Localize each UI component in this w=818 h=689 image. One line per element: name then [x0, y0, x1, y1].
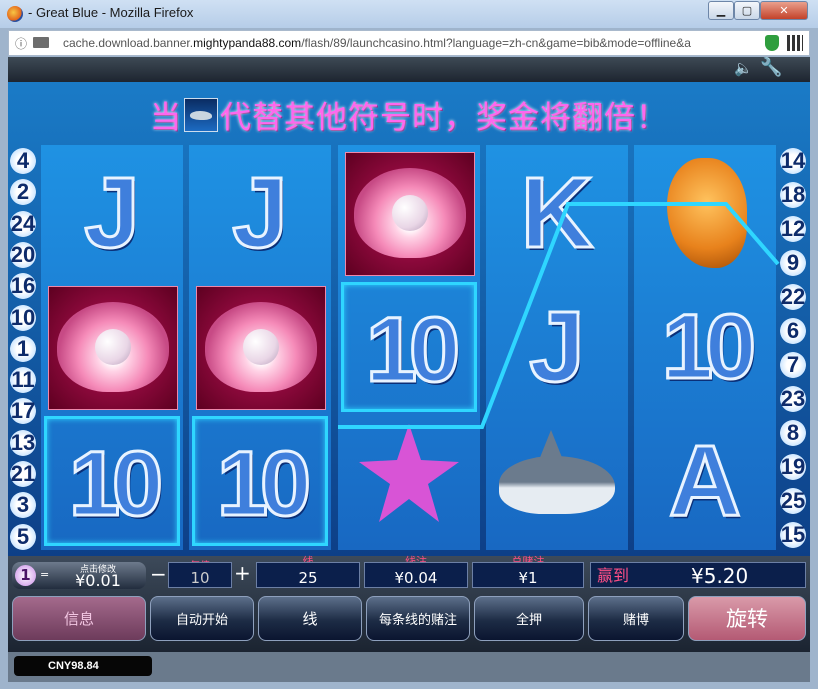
line-number-label: 2 [16, 179, 30, 205]
page-icon[interactable] [33, 37, 49, 48]
line-number-label: 13 [10, 429, 36, 455]
qr-code-icon[interactable] [787, 35, 803, 51]
line-number-label: 5 [16, 523, 30, 549]
line-number-marker[interactable]: 11 [10, 367, 36, 394]
balance-display: CNY98.84 [14, 656, 152, 676]
line-number-marker[interactable]: 14 [780, 148, 806, 174]
line-number-marker[interactable]: 5 [10, 523, 36, 550]
gamble-button[interactable]: 赌博 [588, 596, 684, 641]
coin-badge: 1 [15, 565, 36, 586]
line-number-label: 10 [10, 304, 36, 330]
line-number-label: 22 [780, 284, 806, 309]
line-number-marker[interactable]: 2 [10, 179, 36, 206]
window-title: - Great Blue - Mozilla Firefox [28, 5, 194, 20]
line-number-label: 7 [786, 352, 800, 377]
line-number-label: 20 [10, 241, 36, 267]
line-number-marker[interactable]: 17 [10, 398, 36, 425]
line-number-label: 11 [11, 367, 35, 393]
line-number-label: 18 [780, 182, 806, 207]
bet-max-button[interactable]: 全押 [474, 596, 584, 641]
line-number-marker[interactable]: 21 [10, 461, 36, 487]
lines-button[interactable]: 线 [258, 596, 362, 641]
win-line [338, 202, 780, 429]
win-value: ¥5.20 [691, 564, 749, 588]
line-number-marker[interactable]: 12 [780, 216, 806, 242]
close-button[interactable]: ✕ [760, 1, 808, 20]
wrench-icon[interactable]: 🔧 [760, 57, 782, 78]
line-number-marker[interactable]: 13 [10, 429, 36, 456]
info-button[interactable]: 信息 [12, 596, 146, 641]
spin-button[interactable]: 旋转 [688, 596, 806, 641]
line-number-label: 14 [780, 148, 806, 173]
line-number-label: 4 [16, 148, 30, 173]
decrease-coins-button[interactable]: − [150, 562, 167, 586]
line-number-label: 23 [780, 386, 806, 411]
line-number-marker[interactable]: 15 [780, 522, 806, 548]
line-number-marker[interactable]: 25 [780, 488, 806, 514]
line-number-label: 6 [786, 318, 800, 343]
line-number-marker[interactable]: 8 [780, 420, 806, 446]
line-number-marker[interactable]: 19 [780, 454, 806, 480]
shield-icon[interactable] [765, 35, 779, 51]
address-bar[interactable]: ⓘ cache.download.banner.mightypanda88.co… [8, 30, 810, 56]
coins-per-line-value: 10 [168, 562, 232, 588]
line-number-label: 16 [10, 273, 36, 299]
line-number-marker[interactable]: 16 [10, 273, 36, 300]
line-number-marker[interactable]: 6 [780, 318, 806, 344]
firefox-icon [7, 6, 23, 22]
coin-equals: = [40, 568, 50, 581]
line-number-marker[interactable]: 7 [780, 352, 806, 378]
line-number-label: 3 [16, 492, 30, 518]
increase-coins-button[interactable]: + [234, 561, 251, 585]
line-number-label: 12 [780, 216, 806, 241]
line-number-marker[interactable]: 18 [780, 182, 806, 208]
info-icon[interactable]: ⓘ [15, 35, 27, 52]
bet-per-line-button[interactable]: 每条线的赌注 [366, 596, 470, 641]
coin-value: ¥0.01 [75, 571, 121, 590]
line-bet-value: ¥0.04 [364, 562, 468, 588]
speaker-icon[interactable]: 🔈 [734, 59, 753, 77]
line-number-label: 15 [780, 522, 806, 547]
game-toolbar: 🔈 🔧 [8, 57, 810, 82]
line-number-label: 1 [16, 335, 30, 361]
minimize-button[interactable]: ▁ [708, 1, 734, 20]
line-number-label: 24 [10, 210, 36, 236]
line-number-marker[interactable]: 4 [10, 148, 36, 174]
autoplay-button[interactable]: 自动开始 [150, 596, 254, 641]
total-bet-value: ¥1 [472, 562, 584, 588]
line-number-marker[interactable]: 10 [10, 304, 36, 331]
line-number-marker[interactable]: 20 [10, 241, 36, 268]
line-number-label: 21 [10, 461, 36, 486]
line-number-label: 9 [786, 250, 800, 275]
coin-size-control[interactable]: 1 = 点击修改 ¥0.01 [12, 562, 146, 590]
line-number-label: 25 [780, 488, 806, 513]
win-label: 赢到 [597, 566, 630, 585]
line-number-marker[interactable]: 1 [10, 335, 36, 362]
line-number-marker[interactable]: 23 [780, 386, 806, 412]
maximize-button[interactable]: ▢ [734, 1, 760, 20]
win-display: 赢到 ¥5.20 [590, 562, 806, 588]
line-number-marker[interactable]: 9 [780, 250, 806, 276]
slot-game-area: 当代替其他符号时，奖金将翻倍！ J 10 J 10 10 K J 10 A 42… [8, 82, 810, 556]
line-number-label: 8 [786, 420, 800, 445]
line-number-label: 19 [780, 454, 806, 479]
line-number-marker[interactable]: 24 [10, 210, 36, 237]
url-text[interactable]: cache.download.banner.mightypanda88.com/… [63, 36, 763, 50]
line-number-label: 17 [10, 398, 36, 424]
line-number-marker[interactable]: 3 [10, 492, 36, 519]
line-number-marker[interactable]: 22 [780, 284, 806, 310]
lines-value: 25 [256, 562, 360, 588]
